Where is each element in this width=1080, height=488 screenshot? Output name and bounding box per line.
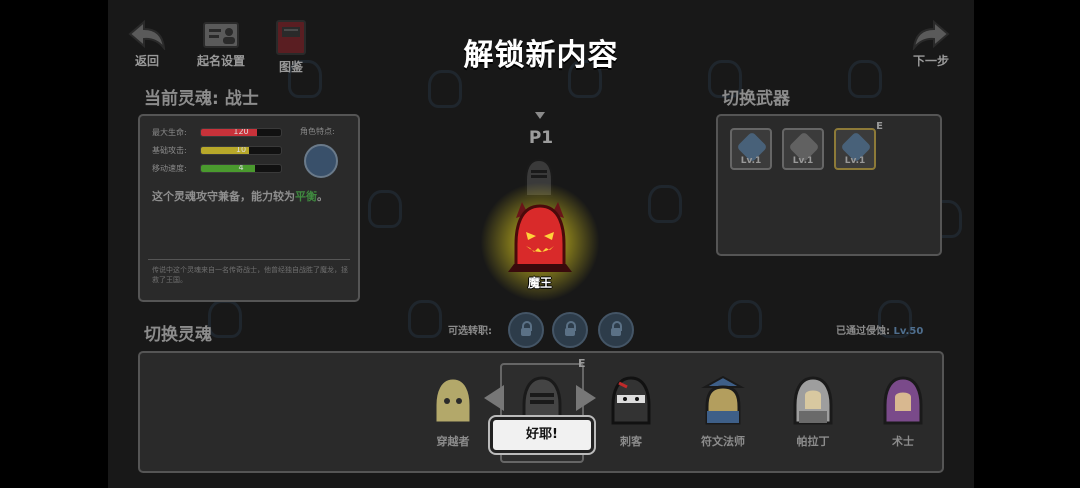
stat-label: 基础攻击: (152, 145, 187, 155)
locked-class-icon[interactable] (598, 312, 634, 348)
next-step-button[interactable]: 下一步 (906, 20, 956, 69)
stat-value: 10 (235, 145, 247, 154)
unlocked-character-name: 魔王 (527, 276, 552, 290)
guide-label: 图鉴 (278, 60, 303, 74)
equipped-mark: E (578, 357, 586, 370)
speed-bar: 4 (200, 163, 282, 173)
stat-value: 4 (238, 163, 244, 172)
soul-name: 术士 (892, 435, 914, 448)
sword-trait-icon[interactable] (304, 144, 338, 178)
desc-text: 这个灵魂攻守兼备，能力较为 (152, 190, 295, 203)
next-label: 下一步 (912, 54, 949, 68)
paladin-avatar (793, 376, 833, 425)
player-pointer-icon (535, 112, 545, 119)
page-title: 解锁新内容 (463, 38, 619, 73)
transfer-label: 可选转职: (448, 326, 492, 337)
weapon-level: Lv.1 (792, 156, 814, 166)
naming-settings-button[interactable]: 起名设置 (192, 20, 250, 69)
switch-soul-heading: 切换灵魂 (144, 325, 212, 345)
stat-value: 120 (233, 127, 249, 136)
naming-label: 起名设置 (196, 54, 245, 68)
back-button[interactable]: 返回 (124, 20, 170, 69)
forward-arrow-icon (912, 20, 950, 50)
soul-name: 穿越者 (436, 435, 470, 448)
back-label: 返回 (134, 54, 159, 68)
soul-name: 符文法师 (701, 435, 745, 448)
warlock-avatar (883, 376, 923, 425)
confirm-yay-button[interactable]: 好耶! (490, 417, 594, 453)
back-arrow-icon (128, 20, 166, 50)
trait-label: 角色特点: (300, 127, 335, 136)
soul-card-rune-mage[interactable]: 符文法师 (692, 375, 754, 448)
attack-bar: 10 (200, 145, 282, 155)
weapon-slot[interactable]: Lv.1 (730, 128, 772, 170)
weapon-heading: 切换武器 (722, 89, 790, 109)
erosion-level: Lv.50 (893, 326, 924, 337)
soul-card-traveler[interactable]: 穿越者 (422, 375, 484, 448)
soul-card-assassin[interactable]: 刺客 (600, 375, 662, 448)
stat-row-speed: 移动速度: 4 (152, 162, 282, 174)
soul-name: 帕拉丁 (796, 435, 830, 448)
soul-name: 刺客 (620, 435, 642, 448)
soul-lore-text: 传说中这个灵魂来自一名传奇战士，他曾经独自战胜了魔龙，拯救了王国。 (152, 266, 348, 284)
stat-label: 最大生命: (152, 127, 187, 137)
demon-king-character (508, 202, 572, 272)
game-screen: 返回 起名设置 图鉴 解锁新内容 下一步 当前灵魂: 战士 最大生命: 120 … (108, 0, 974, 488)
soul-info-panel: 最大生命: 120 基础攻击: 10 移动速度: 4 角色特点: 这个灵魂攻守兼… (138, 114, 360, 302)
weapon-level: Lv.1 (740, 156, 762, 166)
soul-card-warlock[interactable]: 术士 (872, 375, 934, 448)
soul-description: 这个灵魂攻守兼备，能力较为平衡。 (152, 188, 328, 204)
desc-suffix: 。 (317, 190, 328, 203)
stat-label: 移动速度: (152, 163, 187, 173)
locked-class-icon[interactable] (508, 312, 544, 348)
weapon-slot-equipped[interactable]: Lv.1 E (834, 121, 883, 170)
soul-list-panel: E 穿越者 刺客 符文法师 帕拉丁 术士 好耶! (138, 351, 944, 473)
locked-class-icon[interactable] (552, 312, 588, 348)
current-soul-heading: 当前灵魂: 战士 (144, 89, 259, 109)
stat-row-attack: 基础攻击: 10 (152, 144, 282, 156)
stat-row-hp: 最大生命: 120 (152, 126, 282, 138)
next-soul-arrow-icon[interactable] (576, 385, 596, 411)
player-tag: P1 (528, 128, 554, 148)
weapon-panel: Lv.1 Lv.1 Lv.1 E (716, 114, 942, 256)
id-card-icon (203, 22, 239, 48)
traveler-avatar (433, 376, 473, 425)
desc-highlight: 平衡 (295, 190, 317, 203)
erosion-progress: 已通过侵蚀: Lv.50 (836, 322, 923, 337)
book-icon (276, 20, 306, 55)
soul-card-paladin[interactable]: 帕拉丁 (782, 375, 844, 448)
guide-book-button[interactable]: 图鉴 (270, 20, 312, 75)
erosion-label: 已通过侵蚀: (836, 326, 890, 337)
rune-mage-avatar (701, 375, 745, 425)
weapon-slot[interactable]: Lv.1 (782, 128, 824, 170)
prev-soul-arrow-icon[interactable] (484, 385, 504, 411)
weapon-level: Lv.1 (844, 156, 866, 166)
hp-bar: 120 (200, 127, 282, 137)
divider (148, 259, 350, 260)
equipped-mark: E (876, 121, 883, 132)
assassin-avatar (611, 376, 651, 425)
